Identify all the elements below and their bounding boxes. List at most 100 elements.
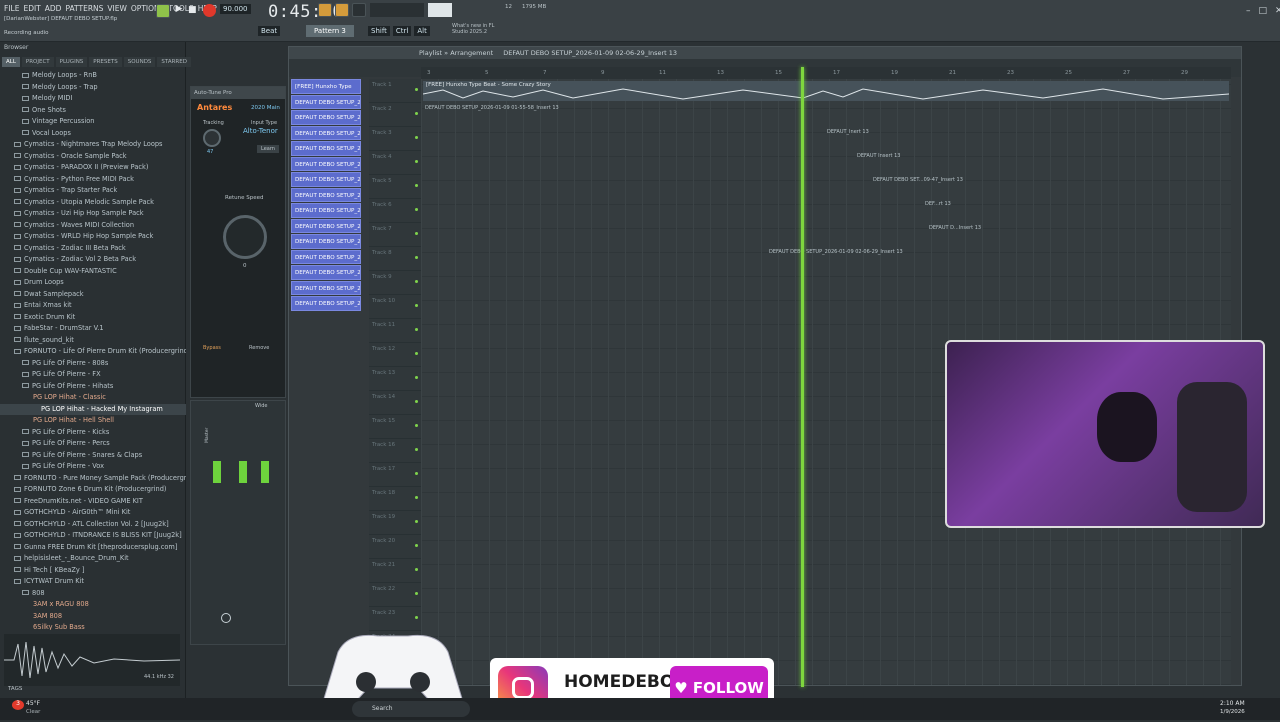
pattern-item[interactable]: [FREE] Hunxho Type [291, 79, 361, 94]
browser-folder[interactable]: Dwat Samplepack [0, 289, 186, 301]
browser-folder[interactable]: helpisisleet_-_Bounce_Drum_Kit [0, 553, 186, 565]
track-enable-led[interactable] [415, 136, 418, 139]
track-enable-led[interactable] [415, 568, 418, 571]
browser-folder[interactable]: FabeStar - DrumStar V.1 [0, 323, 186, 335]
track-header[interactable]: Track 2 [369, 103, 421, 127]
pat-song-toggle[interactable] [156, 4, 170, 18]
record-button[interactable] [203, 4, 216, 17]
remove-toggle[interactable]: Remove [249, 345, 269, 351]
browser-folder[interactable]: PG Life Of Pierre - FX [0, 369, 186, 381]
browser-folder[interactable]: Cymatics - Uzi Hip Hop Sample Pack [0, 208, 186, 220]
browser-folder[interactable]: PG Life Of Pierre - 808s [0, 358, 186, 370]
timeline-ruler[interactable]: 3 5 7 9 11 13 15 17 19 21 23 25 27 29 [421, 67, 1231, 79]
pattern-item[interactable]: DEFAUT DEBO SETUP_202 [291, 280, 361, 295]
track-enable-led[interactable] [415, 352, 418, 355]
browser-folder[interactable]: PG Life Of Pierre - Percs [0, 438, 186, 450]
track-enable-led[interactable] [415, 544, 418, 547]
track-header[interactable]: Track 11 [369, 319, 421, 343]
menu-view[interactable]: VIEW [107, 4, 127, 13]
countdown-icon[interactable] [335, 3, 349, 17]
alt-key[interactable]: Alt [414, 26, 430, 36]
input-type-select[interactable]: Alto-Tenor [243, 127, 278, 135]
track-enable-led[interactable] [415, 184, 418, 187]
tracking-knob[interactable] [203, 129, 221, 147]
retune-knob[interactable] [223, 215, 267, 259]
browser-tab-project[interactable]: PROJECT [21, 57, 54, 67]
browser-folder[interactable]: Cymatics - Trap Starter Pack [0, 185, 186, 197]
pattern-item[interactable]: DEFAUT DEBO SETUP_202 [291, 187, 361, 202]
browser-file[interactable]: PG LOP Hihat - Hell Shell [0, 415, 186, 427]
browser-tab-all[interactable]: ALL [2, 57, 20, 67]
browser-folder[interactable]: Gunna FREE Drum Kit [theproducersplug.co… [0, 542, 186, 554]
pattern-select[interactable]: Pattern 3 [306, 25, 354, 37]
track-enable-led[interactable] [415, 520, 418, 523]
track-enable-led[interactable] [415, 400, 418, 403]
track-enable-led[interactable] [415, 160, 418, 163]
track-header[interactable]: Track 15 [369, 415, 421, 439]
browser-folder[interactable]: GOTHCHYLD - ATL Collection Vol. 2 [Juug2… [0, 519, 186, 531]
browser-folder[interactable]: Melody Loops - RnB [0, 70, 186, 82]
pattern-item[interactable]: DEFAUT DEBO SETUP_202 [291, 265, 361, 280]
browser-folder[interactable]: flute_sound_kit [0, 335, 186, 347]
route-knob[interactable] [221, 613, 231, 623]
menu-edit[interactable]: EDIT [23, 4, 40, 13]
browser-folder[interactable]: FORNUTO Zone 6 Drum Kit (Producergrind) [0, 484, 186, 496]
audio-clip[interactable]: [FREE] Hunxho Type Beat - Some Crazy Sto… [423, 81, 1229, 101]
tags-label[interactable]: TAGS [8, 686, 22, 692]
pattern-item[interactable]: DEFAUT DEBO SETUP_202 [291, 125, 361, 140]
browser-folder[interactable]: Vintage Percussion [0, 116, 186, 128]
track-header[interactable]: Track 18 [369, 487, 421, 511]
track-header[interactable]: Track 21 [369, 559, 421, 583]
track-header[interactable]: Track 10 [369, 295, 421, 319]
browser-folder[interactable]: Hi Tech [ KBeaZy ] [0, 565, 186, 577]
shift-key[interactable]: Shift [368, 26, 390, 36]
browser-folder[interactable]: Cymatics - Zodiac III Beta Pack [0, 243, 186, 255]
menu-file[interactable]: FILE [4, 4, 19, 13]
browser-folder[interactable]: GOTHCHYLD - AirG0th™ Mini Kit [0, 507, 186, 519]
weather-temp[interactable]: 45°F [26, 700, 40, 707]
track-enable-led[interactable] [415, 448, 418, 451]
maximize-icon[interactable]: □ [1259, 6, 1268, 16]
track-enable-led[interactable] [415, 328, 418, 331]
track-header[interactable]: Track 22 [369, 583, 421, 607]
browser-folder[interactable]: FORNUTO - Pure Money Sample Pack (Produc… [0, 473, 186, 485]
plugin-mode[interactable]: 2020 Main [251, 105, 280, 111]
browser-folder[interactable]: PG Life Of Pierre - Snares & Claps [0, 450, 186, 462]
track-enable-led[interactable] [415, 496, 418, 499]
browser-folder[interactable]: FORNUTO - Life Of Pierre Drum Kit (Produ… [0, 346, 186, 358]
browser-tab-presets[interactable]: PRESETS [89, 57, 122, 67]
clip-5[interactable]: DEFAUT D...Insert 13 [929, 225, 981, 231]
browser-folder[interactable]: FreeDrumKits.net - VIDEO GAME KIT [0, 496, 186, 508]
track-header[interactable]: Track 5 [369, 175, 421, 199]
learn-button[interactable]: Learn [257, 145, 279, 153]
pattern-item[interactable]: DEFAUT DEBO SETUP_202 [291, 249, 361, 264]
track-enable-led[interactable] [415, 304, 418, 307]
track-header[interactable]: Track 1 [369, 79, 421, 103]
browser-folder[interactable]: Cymatics - Oracle Sample Pack [0, 151, 186, 163]
track-enable-led[interactable] [415, 256, 418, 259]
track-enable-led[interactable] [415, 616, 418, 619]
snap-select[interactable]: Beat [258, 26, 281, 36]
browser-folder[interactable]: PG Life Of Pierre - Hihats [0, 381, 186, 393]
browser-folder[interactable]: Cymatics - Zodiac Vol 2 Beta Pack [0, 254, 186, 266]
track-header[interactable]: Track 17 [369, 463, 421, 487]
browser-folder[interactable]: Melody MIDI [0, 93, 186, 105]
browser-folder[interactable]: Cymatics - WRLD Hip Hop Sample Pack [0, 231, 186, 243]
browser-folder[interactable]: Cymatics - Waves MIDI Collection [0, 220, 186, 232]
news-panel[interactable]: What's new in FL Studio 2025.2 [452, 23, 500, 35]
metronome-icon[interactable] [318, 3, 332, 17]
clip-1[interactable]: DEFAUT_Inert 13 [827, 129, 869, 135]
menu-add[interactable]: ADD [45, 4, 62, 13]
browser-folder[interactable]: 808 [0, 588, 186, 600]
browser-folder[interactable]: Double Cup WAV-FANTASTIC [0, 266, 186, 278]
pattern-item[interactable]: DEFAUT DEBO SETUP_202 [291, 218, 361, 233]
ctrl-key[interactable]: Ctrl [392, 26, 412, 36]
track-enable-led[interactable] [415, 424, 418, 427]
browser-file[interactable]: PG LOP Hihat - Classic [0, 392, 186, 404]
track-header[interactable]: Track 20 [369, 535, 421, 559]
browser-folder[interactable]: Cymatics - PARADOX II (Preview Pack) [0, 162, 186, 174]
browser-folder[interactable]: Drum Loops [0, 277, 186, 289]
browser-folder[interactable]: PG Life Of Pierre - Kicks [0, 427, 186, 439]
track-header[interactable]: Track 7 [369, 223, 421, 247]
track-header[interactable]: Track 13 [369, 367, 421, 391]
